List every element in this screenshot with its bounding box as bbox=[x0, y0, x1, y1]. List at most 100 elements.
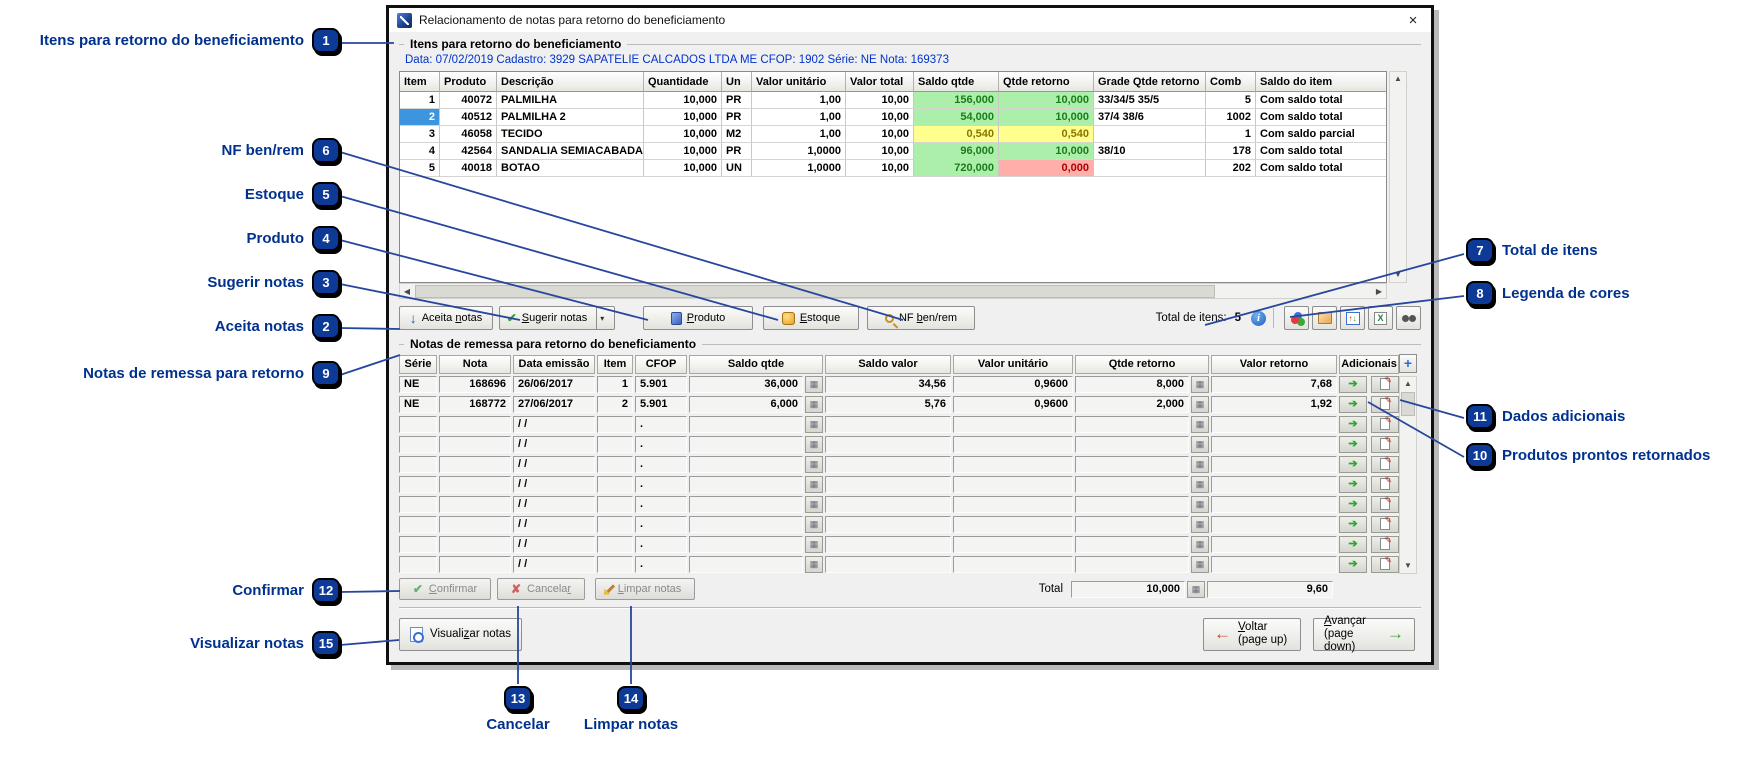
produto-button[interactable]: Produto bbox=[643, 306, 753, 330]
cell-saldo-item[interactable]: Com saldo total bbox=[1256, 160, 1386, 177]
dados-adicionais-button[interactable] bbox=[1371, 496, 1399, 513]
grade-grid-button[interactable]: ▦ bbox=[1191, 376, 1209, 393]
cell-cfop[interactable]: . bbox=[635, 516, 687, 533]
cell-descricao[interactable]: PALMILHA 2 bbox=[497, 109, 644, 126]
cell-quantidade[interactable]: 10,000 bbox=[644, 160, 722, 177]
cell-nota[interactable] bbox=[439, 556, 511, 573]
cell-valor-unitario[interactable]: 1,00 bbox=[752, 92, 846, 109]
grade-grid-button[interactable]: ▦ bbox=[1191, 436, 1209, 453]
voltar-button[interactable]: ← Voltar (page up) bbox=[1203, 618, 1301, 651]
cell-qtde-retorno[interactable] bbox=[1075, 496, 1189, 513]
cell-valor-total[interactable]: 10,00 bbox=[846, 160, 914, 177]
cell-qtde-retorno[interactable] bbox=[1075, 436, 1189, 453]
scroll-thumb[interactable] bbox=[415, 285, 1215, 298]
cell-descricao[interactable]: TECIDO bbox=[497, 126, 644, 143]
cell-nota[interactable] bbox=[439, 496, 511, 513]
cell-cfop[interactable]: . bbox=[635, 556, 687, 573]
cell-data-emissao[interactable]: / / bbox=[513, 456, 595, 473]
grade-grid-button[interactable]: ▦ bbox=[805, 476, 823, 493]
cell-serie[interactable] bbox=[399, 536, 437, 553]
cell-valor-retorno[interactable] bbox=[1211, 476, 1337, 493]
cell-saldo-qtde[interactable] bbox=[689, 436, 803, 453]
legenda-cores-button[interactable] bbox=[1284, 306, 1309, 330]
cell-comb[interactable]: 1 bbox=[1206, 126, 1256, 143]
produtos-prontos-retornados-button[interactable]: ➔ bbox=[1339, 476, 1367, 493]
cell-qtde-retorno[interactable] bbox=[1075, 516, 1189, 533]
cell-nota[interactable]: 168696 bbox=[439, 376, 511, 393]
title-bar[interactable]: Relacionamento de notas para retorno do … bbox=[389, 8, 1431, 32]
cell-grade[interactable]: 37/4 38/6 bbox=[1094, 109, 1206, 126]
cell-valor-retorno[interactable] bbox=[1211, 496, 1337, 513]
cell-saldo-valor[interactable] bbox=[825, 496, 951, 513]
cell-serie[interactable] bbox=[399, 496, 437, 513]
cell-item[interactable]: 3 bbox=[400, 126, 440, 143]
cell-saldo-qtde[interactable] bbox=[689, 536, 803, 553]
cell-saldo-qtde[interactable] bbox=[689, 476, 803, 493]
cell-valor-unitario[interactable]: 1,00 bbox=[752, 126, 846, 143]
dados-adicionais-button[interactable] bbox=[1371, 516, 1399, 533]
cell-item[interactable]: 4 bbox=[400, 143, 440, 160]
cell-nota[interactable] bbox=[439, 436, 511, 453]
grade-grid-button[interactable]: ▦ bbox=[1191, 396, 1209, 413]
sugerir-notas-button[interactable]: ✔ Sugerir notas ▾ bbox=[499, 306, 615, 330]
scroll-left-icon[interactable]: ◀ bbox=[400, 287, 414, 296]
cell-saldo-valor[interactable]: 5,76 bbox=[825, 396, 951, 413]
cell-data-emissao[interactable]: / / bbox=[513, 416, 595, 433]
scroll-down-icon[interactable]: ▼ bbox=[1400, 559, 1416, 573]
grade-grid-button[interactable]: ▦ bbox=[1191, 556, 1209, 573]
cell-valor-unitario[interactable] bbox=[953, 516, 1073, 533]
cell-saldo-qtde[interactable] bbox=[689, 516, 803, 533]
cell-cfop[interactable]: . bbox=[635, 476, 687, 493]
produtos-prontos-retornados-button[interactable]: ➔ bbox=[1339, 536, 1367, 553]
cell-grade[interactable] bbox=[1094, 126, 1206, 143]
cell-quantidade[interactable]: 10,000 bbox=[644, 92, 722, 109]
cell-cfop[interactable]: . bbox=[635, 416, 687, 433]
cell-item[interactable] bbox=[597, 556, 633, 573]
scroll-down-icon[interactable]: ▼ bbox=[1390, 268, 1406, 282]
cell-data-emissao[interactable]: / / bbox=[513, 496, 595, 513]
cell-saldo-qtde[interactable] bbox=[689, 496, 803, 513]
exportar-excel-button[interactable]: X bbox=[1368, 306, 1393, 330]
dados-adicionais-button[interactable] bbox=[1371, 436, 1399, 453]
dados-adicionais-button[interactable] bbox=[1371, 376, 1399, 393]
cell-saldo-item[interactable]: Com saldo parcial bbox=[1256, 126, 1386, 143]
cell-valor-retorno[interactable] bbox=[1211, 536, 1337, 553]
cell-cfop[interactable]: . bbox=[635, 536, 687, 553]
cell-quantidade[interactable]: 10,000 bbox=[644, 143, 722, 160]
cell-item[interactable] bbox=[597, 436, 633, 453]
visualizar-notas-button[interactable]: Visualizar notas bbox=[399, 618, 522, 651]
cell-item[interactable]: 5 bbox=[400, 160, 440, 177]
cell-qtde-retorno[interactable] bbox=[1075, 536, 1189, 553]
cell-item[interactable] bbox=[597, 536, 633, 553]
cell-serie[interactable] bbox=[399, 556, 437, 573]
ordenar-button[interactable]: ↑↓ bbox=[1340, 306, 1365, 330]
cell-un[interactable]: M2 bbox=[722, 126, 752, 143]
cell-item[interactable] bbox=[597, 476, 633, 493]
avancar-button[interactable]: Avançar (page down) → bbox=[1313, 618, 1415, 651]
cell-saldo-valor[interactable] bbox=[825, 436, 951, 453]
cell-nota[interactable] bbox=[439, 516, 511, 533]
cell-qtde-retorno[interactable] bbox=[1075, 476, 1189, 493]
cell-qtde-retorno[interactable] bbox=[1075, 456, 1189, 473]
notas-vertical-scrollbar[interactable]: ▲ ▼ bbox=[1399, 376, 1417, 574]
cell-valor-unitario[interactable]: 1,00 bbox=[752, 109, 846, 126]
dados-adicionais-button[interactable] bbox=[1371, 416, 1399, 433]
cell-saldo-qtde[interactable]: 720,000 bbox=[914, 160, 999, 177]
dados-adicionais-button[interactable] bbox=[1371, 476, 1399, 493]
limpar-notas-button[interactable]: Limpar notas bbox=[595, 578, 695, 600]
cancelar-button[interactable]: ✘ Cancelar bbox=[497, 578, 585, 600]
cell-valor-unitario[interactable]: 1,0000 bbox=[752, 160, 846, 177]
cell-valor-retorno[interactable] bbox=[1211, 516, 1337, 533]
cell-data-emissao[interactable]: 27/06/2017 bbox=[513, 396, 595, 413]
cell-nota[interactable] bbox=[439, 416, 511, 433]
cell-saldo-qtde[interactable]: 54,000 bbox=[914, 109, 999, 126]
cell-grade[interactable]: 38/10 bbox=[1094, 143, 1206, 160]
grade-grid-button[interactable]: ▦ bbox=[805, 536, 823, 553]
cell-valor-unitario[interactable] bbox=[953, 536, 1073, 553]
grade-grid-button[interactable]: ▦ bbox=[1191, 476, 1209, 493]
cell-item[interactable] bbox=[597, 516, 633, 533]
cell-nota[interactable] bbox=[439, 456, 511, 473]
cell-saldo-valor[interactable] bbox=[825, 456, 951, 473]
cell-saldo-valor[interactable] bbox=[825, 556, 951, 573]
dados-adicionais-button[interactable] bbox=[1371, 456, 1399, 473]
